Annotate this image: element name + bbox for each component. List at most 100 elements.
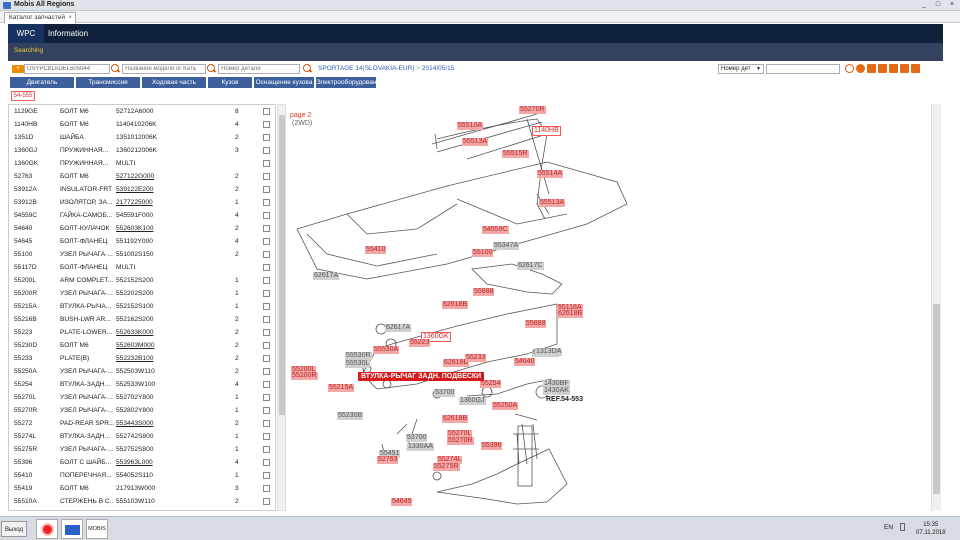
row-checkbox[interactable]	[263, 433, 270, 440]
callout-label[interactable]: 55250A	[492, 402, 519, 410]
part-number[interactable]: 553443S000	[116, 417, 153, 430]
callout-label[interactable]: 1140HB	[532, 126, 561, 136]
callout-label[interactable]: 62618B	[442, 301, 469, 309]
row-checkbox[interactable]	[263, 407, 270, 414]
row-checkbox[interactable]	[263, 186, 270, 193]
search-icon[interactable]	[111, 64, 120, 73]
table-row[interactable]: 55215A ВТУЛКА-РЫЧА... 552152S100 1	[9, 300, 275, 313]
row-checkbox[interactable]	[263, 420, 270, 427]
app-taskbar-icon[interactable]	[36, 519, 58, 539]
callout-label[interactable]: 53700	[434, 389, 456, 397]
table-row[interactable]: 54559C ГАЙКА-САМОБ... 545591F000 4	[9, 209, 275, 222]
category-engine[interactable]: Двигатель	[10, 77, 74, 88]
table-row[interactable]: 55233 PLATE(B) 552232B100 2	[9, 352, 275, 365]
breadcrumb-model[interactable]: SPORTAGE 14(SLOVAKIA-EUR)	[318, 65, 414, 72]
table-row[interactable]: 1140HB БОЛТ M6 1140410206K 4	[9, 118, 275, 131]
callout-label[interactable]: 55230B	[337, 412, 364, 420]
callout-label[interactable]: 62618B	[557, 310, 584, 318]
model-name-input[interactable]	[122, 64, 206, 74]
part-number[interactable]: 539122E200	[116, 183, 153, 196]
tab-parts-catalog[interactable]: Каталог запчастей ×	[4, 12, 76, 23]
row-checkbox[interactable]	[263, 160, 270, 167]
row-checkbox[interactable]	[263, 368, 270, 375]
callout-label[interactable]: 1430AK	[543, 387, 570, 395]
part-number[interactable]: 2177225000	[116, 196, 153, 209]
diagram-scrollbar[interactable]	[931, 104, 941, 511]
reference-label[interactable]: REF.54-553	[545, 396, 584, 404]
row-checkbox[interactable]	[263, 225, 270, 232]
close-button[interactable]: ×	[946, 0, 958, 10]
callout-label[interactable]: 52763	[377, 456, 399, 464]
tab-close-icon[interactable]: ×	[68, 14, 72, 21]
table-row[interactable]: 55216B BUSH-LWR AR... 552162S200 2	[9, 313, 275, 326]
table-row[interactable]: 55200R УЗЕЛ РЫЧАГА-... 552202S200 1	[9, 287, 275, 300]
callout-label[interactable]: 55233	[465, 354, 487, 362]
table-row[interactable]: 55254 ВТУЛКА-ЗАДН... 552533W100 4	[9, 378, 275, 391]
table-row[interactable]: 55270L УЗЕЛ РЫЧАГА-... 552702Y800 1	[9, 391, 275, 404]
row-checkbox[interactable]	[263, 498, 270, 505]
table-row[interactable]: 1129GE БОЛТ M6 52712A6000 8	[9, 105, 275, 118]
row-checkbox[interactable]	[263, 472, 270, 479]
row-checkbox[interactable]	[263, 355, 270, 362]
row-checkbox[interactable]	[263, 147, 270, 154]
part-number-input[interactable]	[218, 64, 300, 74]
category-electrical[interactable]: Электрооборудован	[316, 77, 377, 88]
nav-information[interactable]: Information	[48, 24, 88, 43]
callout-label[interactable]: 54645	[391, 498, 413, 506]
callout-label[interactable]: 54640	[514, 358, 536, 366]
app-taskbar-icon[interactable]	[61, 519, 83, 539]
row-checkbox[interactable]	[263, 134, 270, 141]
export-icon[interactable]	[867, 64, 876, 73]
table-row[interactable]: 55396 БОЛТ С ШАЙБ... 553963L000 4	[9, 456, 275, 469]
callout-label[interactable]: 1360GJ	[459, 397, 486, 405]
callout-label[interactable]: 55888	[525, 320, 547, 328]
table-row[interactable]: 53912B ИЗОЛЯТОР, ЗА... 2177225000 1	[9, 196, 275, 209]
callout-label[interactable]: 55270R	[447, 437, 474, 445]
table-row[interactable]: 55250A УЗЕЛ РЫЧАГА-... 552503W110 2	[9, 365, 275, 378]
language-indicator[interactable]: EN	[884, 524, 893, 531]
table-row[interactable]: 53912A INSULATOR-FRT 539122E200 2	[9, 183, 275, 196]
fullscreen-icon[interactable]	[911, 64, 920, 73]
table-row[interactable]: 55117D БОЛТ-ФЛАНЕЦ MULTI	[9, 261, 275, 274]
callout-label[interactable]: 53700	[406, 434, 428, 442]
part-search-input[interactable]	[766, 64, 840, 74]
fit-icon[interactable]	[900, 64, 909, 73]
callout-label[interactable]: 55530R	[345, 352, 372, 360]
row-checkbox[interactable]	[263, 173, 270, 180]
exit-button[interactable]: Выход	[1, 521, 27, 537]
callout-label[interactable]: 55275R	[433, 463, 460, 471]
vin-input[interactable]	[24, 64, 110, 74]
callout-label[interactable]: 55888	[473, 288, 495, 296]
table-row[interactable]: 54645 БОЛТ-ФЛАНЕЦ 551192Y000 4	[9, 235, 275, 248]
minimize-button[interactable]: _	[918, 0, 930, 10]
table-row[interactable]: 55200L ARM COMPLET... 552152S200 1	[9, 274, 275, 287]
table-row[interactable]: 1360GJ ПРУЖИННАЯ... 1360212006K 3	[9, 144, 275, 157]
callout-label[interactable]: 55223	[409, 339, 431, 347]
breadcrumb-date[interactable]: 2014/05/15	[422, 65, 455, 72]
mobis-taskbar-icon[interactable]: MOBIS	[86, 519, 108, 539]
table-row[interactable]: 55272 PAD-REAR SPR... 553443S000 2	[9, 417, 275, 430]
table-row[interactable]: 1351D ШАЙБА 1351012006K 2	[9, 131, 275, 144]
callout-label[interactable]: 55530A	[373, 346, 400, 354]
table-row[interactable]: 55419 БОЛТ M6 217913W000 3	[9, 482, 275, 495]
callout-label[interactable]: 54559C	[482, 226, 509, 234]
table-row[interactable]: 55100 УЗЕЛ РЫЧАГА-... 551002S150 2	[9, 248, 275, 261]
table-row[interactable]: 1360GK ПРУЖИННАЯ... MULTI	[9, 157, 275, 170]
table-row[interactable]: 55274L ВТУЛКА-ЗАДН... 552742S800 1	[9, 430, 275, 443]
row-checkbox[interactable]	[263, 342, 270, 349]
callout-label[interactable]: 55510A	[457, 122, 484, 130]
category-body-trim[interactable]: Оснащение кузова	[254, 77, 314, 88]
part-number[interactable]: 527122G000	[116, 170, 154, 183]
callout-label[interactable]: 55347A	[493, 242, 520, 250]
row-checkbox[interactable]	[263, 238, 270, 245]
nav-searching[interactable]: Searching	[14, 47, 43, 54]
search-icon[interactable]	[207, 64, 216, 73]
move-icon[interactable]	[889, 64, 898, 73]
callout-label[interactable]: 1330AA	[407, 443, 434, 451]
add-button[interactable]: +	[12, 65, 24, 73]
info-icon[interactable]	[856, 64, 865, 73]
part-number[interactable]: 552603K100	[116, 222, 153, 235]
row-checkbox[interactable]	[263, 394, 270, 401]
row-checkbox[interactable]	[263, 329, 270, 336]
callout-label[interactable]: 62617A	[385, 324, 412, 332]
